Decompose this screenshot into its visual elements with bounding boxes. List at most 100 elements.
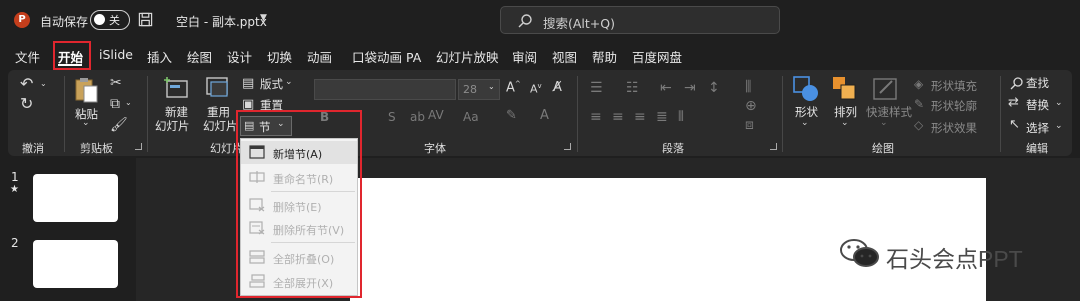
menu-item-label: 删除所有节(V) xyxy=(273,224,345,237)
autosave-toggle[interactable]: 关 xyxy=(90,10,130,30)
reuse-slide-icon[interactable] xyxy=(205,76,231,100)
shape-fill-label[interactable]: 形状填充 xyxy=(931,78,977,94)
quick-styles-label[interactable]: 快速样式 xyxy=(866,104,912,120)
tab-insert[interactable]: 插入 xyxy=(147,47,172,66)
undo-icon[interactable]: ↶ xyxy=(20,76,33,92)
slide-thumbnail-2[interactable] xyxy=(33,240,118,288)
menu-item-rename-section[interactable]: 重命名节(R) xyxy=(241,166,357,189)
increase-indent-icon[interactable]: ⇥ xyxy=(684,81,696,95)
divider xyxy=(782,76,783,152)
tab-file[interactable]: 文件 xyxy=(15,47,40,66)
shape-outline-label[interactable]: 形状轮廓 xyxy=(931,98,977,114)
dialog-launcher-icon[interactable] xyxy=(135,143,142,150)
align-text-icon[interactable]: ⊕ xyxy=(745,99,757,113)
chevron-down-icon[interactable]: ⌄ xyxy=(841,119,849,128)
replace-label[interactable]: 替换 xyxy=(1026,97,1049,113)
divider xyxy=(147,76,148,152)
dialog-launcher-icon[interactable] xyxy=(770,143,777,150)
tab-view[interactable]: 视图 xyxy=(552,47,577,66)
tab-slideshow[interactable]: 幻灯片放映 xyxy=(436,47,499,66)
strikethrough-icon[interactable]: S xyxy=(388,111,396,123)
columns-icon[interactable]: ⫴ xyxy=(678,110,684,124)
menu-item-collapse-all[interactable]: 全部折叠(O) xyxy=(241,246,357,269)
quick-styles-icon[interactable] xyxy=(872,75,900,103)
align-right-icon[interactable]: ≡ xyxy=(634,110,646,124)
shape-outline-icon[interactable]: ✎ xyxy=(914,98,924,110)
menu-item-remove-all-sections[interactable]: 删除所有节(V) xyxy=(241,217,357,240)
increase-font-icon[interactable]: A^ xyxy=(506,81,521,95)
character-spacing-icon[interactable]: AV xyxy=(428,109,444,121)
shape-effects-label[interactable]: 形状效果 xyxy=(931,120,977,136)
tab-design[interactable]: 设计 xyxy=(227,47,252,66)
tab-draw[interactable]: 绘图 xyxy=(187,47,212,66)
justify-icon[interactable]: ≣ xyxy=(656,110,668,124)
decrease-font-icon[interactable]: Av xyxy=(530,83,542,95)
replace-icon[interactable]: ⇄ xyxy=(1008,96,1019,109)
redo-icon[interactable]: ↻ xyxy=(20,96,33,112)
chevron-down-icon[interactable]: ⌄ xyxy=(488,83,495,91)
copy-icon[interactable]: ⧉ xyxy=(110,97,120,111)
slide-thumbnail-1[interactable] xyxy=(33,174,118,222)
rename-section-icon xyxy=(249,171,265,183)
paste-icon[interactable] xyxy=(74,76,100,104)
save-icon[interactable] xyxy=(138,12,153,27)
tab-islide[interactable]: iSlide xyxy=(99,47,133,62)
clear-formatting-icon[interactable]: A̸ xyxy=(553,81,562,94)
format-painter-icon[interactable]: 🖌 xyxy=(110,118,128,132)
change-case-icon[interactable]: Aa xyxy=(463,111,479,123)
tab-animations[interactable]: 动画 xyxy=(307,47,332,66)
shadow-icon[interactable]: ab xyxy=(410,111,425,123)
layout-icon[interactable]: ▤ xyxy=(242,77,254,90)
cut-icon[interactable]: ✂ xyxy=(110,76,122,90)
reuse-slide-label-2[interactable]: 幻灯片 xyxy=(203,118,238,134)
find-label[interactable]: 查找 xyxy=(1026,75,1049,91)
chevron-down-icon[interactable]: ⌄ xyxy=(82,119,90,128)
dialog-launcher-icon[interactable] xyxy=(564,143,571,150)
menu-item-remove-section[interactable]: 删除节(E) xyxy=(241,194,357,217)
search-box[interactable]: 搜索(Alt+Q) xyxy=(500,6,780,34)
font-color-icon[interactable]: A xyxy=(540,109,549,122)
align-center-icon[interactable]: ≡ xyxy=(612,110,624,124)
shape-effects-icon[interactable]: ◇ xyxy=(914,119,923,131)
line-spacing-icon[interactable]: ↕ xyxy=(708,81,720,95)
smartart-icon[interactable]: ⧈ xyxy=(745,118,754,132)
new-slide-icon[interactable] xyxy=(163,76,189,100)
text-direction-icon[interactable]: ⫼ xyxy=(745,80,751,94)
layout-label[interactable]: 版式 xyxy=(260,76,283,92)
tab-help[interactable]: 帮助 xyxy=(592,47,617,66)
select-label[interactable]: 选择 xyxy=(1026,120,1049,136)
menu-item-add-section[interactable]: 新增节(A) xyxy=(241,141,357,164)
chevron-down-icon[interactable]: ⌄ xyxy=(285,78,293,87)
font-name-combobox[interactable] xyxy=(314,79,456,100)
arrange-icon[interactable] xyxy=(831,75,859,103)
tab-pocket-animation[interactable]: 口袋动画 PA xyxy=(352,47,421,66)
new-slide-label-2[interactable]: 幻灯片 xyxy=(155,118,190,134)
chevron-down-icon[interactable]: ⌄ xyxy=(1055,99,1063,108)
add-section-icon xyxy=(249,145,265,159)
chevron-down-icon[interactable]: ▼ xyxy=(260,13,267,23)
shapes-icon[interactable] xyxy=(792,75,820,103)
find-icon[interactable] xyxy=(1010,76,1024,90)
chevron-down-icon[interactable]: ⌄ xyxy=(880,119,888,128)
highlight-color-icon[interactable]: ✎ xyxy=(506,109,517,122)
chevron-down-icon[interactable]: ⌄ xyxy=(125,99,132,107)
align-left-icon[interactable]: ≡ xyxy=(590,110,602,124)
chevron-down-icon[interactable]: ⌄ xyxy=(801,119,809,128)
decrease-indent-icon[interactable]: ⇤ xyxy=(660,81,672,95)
tab-review[interactable]: 审阅 xyxy=(512,47,537,66)
tab-transitions[interactable]: 切换 xyxy=(267,47,292,66)
chevron-down-icon[interactable]: ⌄ xyxy=(1055,122,1063,131)
section-button[interactable]: ▤ 节 ⌄ xyxy=(240,116,292,136)
chevron-down-icon[interactable]: ⌄ xyxy=(40,80,47,88)
bullets-icon[interactable]: ☰ xyxy=(590,81,603,95)
tab-baidu-netdisk[interactable]: 百度网盘 xyxy=(632,47,682,66)
document-title[interactable]: 空白 - 副本.pptx xyxy=(176,13,267,30)
numbering-icon[interactable]: ☷ xyxy=(626,81,639,95)
divider xyxy=(64,76,65,152)
menu-item-label: 新增节(A) xyxy=(273,148,323,161)
group-label-drawing: 绘图 xyxy=(872,142,894,155)
shape-fill-icon[interactable]: ◈ xyxy=(914,78,923,90)
select-pointer-icon[interactable]: ↖ xyxy=(1009,118,1020,131)
group-label-paragraph: 段落 xyxy=(662,142,684,155)
menu-item-expand-all[interactable]: 全部展开(X) xyxy=(241,270,357,293)
